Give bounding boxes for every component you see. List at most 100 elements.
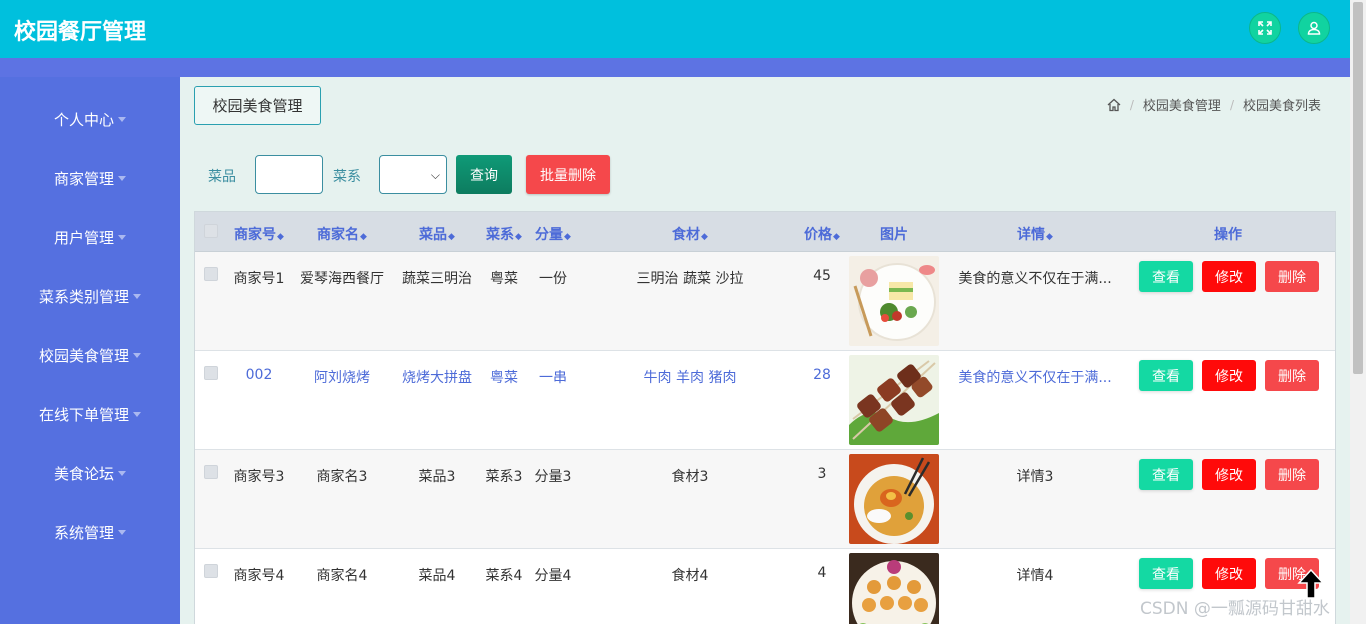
cell-price: 28 [813,367,831,383]
edit-button[interactable]: 修改 [1202,558,1256,589]
delete-button[interactable]: 删除 [1265,459,1319,490]
row-checkbox[interactable] [204,366,218,380]
cell-merchant-name: 商家名3 [316,469,368,485]
breadcrumb-item[interactable]: 校园美食管理 [1143,95,1221,114]
edit-button[interactable]: 修改 [1202,261,1256,292]
sidebar-item-forum[interactable]: 美食论坛 [0,458,180,488]
cell-dish: 菜品4 [418,568,456,584]
table-row: 002 阿刘烧烤 烧烤大拼盘 粤菜 一串 牛肉 羊肉 猪肉 28 美食的意义不仅… [195,351,1335,450]
select-all-checkbox[interactable] [204,224,218,238]
cell-portion: 一份 [539,271,567,287]
cell-portion: 分量3 [534,469,572,485]
sidebar-item-label: 商家管理 [53,169,114,188]
sidebar-item-foods[interactable]: 校园美食管理 [0,340,180,370]
cell-dish: 菜品3 [418,469,456,485]
dish-search-input[interactable] [255,155,323,194]
table-row: 商家号3 商家名3 菜品3 菜系3 分量3 食材3 3 详情3 查看 修改 删除 [195,450,1335,549]
delete-button[interactable]: 删除 [1265,360,1319,391]
view-button[interactable]: 查看 [1139,261,1193,292]
cell-price: 45 [813,268,831,284]
column-header[interactable]: 价格◆ [804,224,840,244]
edit-button[interactable]: 修改 [1202,360,1256,391]
batch-delete-button[interactable]: 批量删除 [526,155,610,194]
scrollbar[interactable] [1350,0,1366,624]
sidebar-item-label: 在线下单管理 [38,405,129,424]
food-image-bbq[interactable] [849,355,939,445]
cell-merchant-name: 爱琴海西餐厅 [300,271,384,287]
scrollbar-thumb[interactable] [1353,2,1363,374]
sidebar-item-label: 个人中心 [53,110,114,129]
cell-merchant-id: 商家号1 [233,271,285,287]
sidebar-item-label: 系统管理 [53,523,114,542]
cell-cuisine: 粤菜 [490,271,518,287]
chevron-down-icon: ⌵ [430,168,440,182]
column-header[interactable]: 分量◆ [535,224,571,244]
edit-button[interactable]: 修改 [1202,459,1256,490]
view-button[interactable]: 查看 [1139,459,1193,490]
sidebar-item-orders[interactable]: 在线下单管理 [0,399,180,429]
caret-down-icon [133,411,141,417]
cell-merchant-id: 商家号4 [233,568,285,584]
sidebar: 个人中心 商家管理 用户管理 菜系类别管理 校园美食管理 在线下单管理 美食论坛… [0,77,180,624]
cell-portion: 一串 [539,370,567,386]
breadcrumb-separator: / [1129,97,1134,112]
column-header[interactable]: 食材◆ [672,224,708,244]
row-checkbox[interactable] [204,267,218,281]
caret-down-icon [133,293,141,299]
view-button[interactable]: 查看 [1139,558,1193,589]
row-checkbox[interactable] [204,465,218,479]
cell-ingredients: 食材4 [671,568,709,584]
column-header[interactable]: 商家号◆ [234,224,284,244]
sidebar-item-cuisines[interactable]: 菜系类别管理 [0,281,180,311]
food-image-salad[interactable] [849,256,939,346]
cell-portion: 分量4 [534,568,572,584]
cell-dish: 蔬菜三明治 [402,271,472,287]
caret-down-icon [118,529,126,535]
cell-dish: 烧烤大拼盘 [402,370,472,386]
fullscreen-icon[interactable] [1249,12,1281,44]
cuisine-select[interactable]: ⌵ [379,155,447,194]
cell-detail: 美食的意义不仅在于满... [958,370,1112,386]
cell-detail: 详情4 [1016,568,1054,584]
row-checkbox[interactable] [204,564,218,578]
query-button[interactable]: 查询 [456,155,512,194]
cell-ingredients: 牛肉 羊肉 猪肉 [643,370,737,386]
cell-price: 3 [817,466,827,482]
cell-cuisine: 菜系3 [485,469,523,485]
sidebar-item-label: 美食论坛 [53,464,114,483]
breadcrumb-item-current: 校园美食列表 [1242,99,1321,114]
home-icon[interactable] [1107,98,1121,112]
sidebar-item-label: 菜系类别管理 [38,287,129,306]
cell-detail: 详情3 [1016,469,1054,485]
delete-button[interactable]: 删除 [1265,261,1319,292]
sidebar-item-system[interactable]: 系统管理 [0,517,180,547]
caret-down-icon [118,116,126,122]
cuisine-label: 菜系 [333,169,361,185]
sidebar-item-profile[interactable]: 个人中心 [0,104,180,134]
cell-merchant-id: 商家号3 [233,469,285,485]
column-header[interactable]: 菜品◆ [419,224,455,244]
food-image-dumplings[interactable] [849,553,939,624]
column-header: 操作 [1214,227,1242,243]
tab-food-management[interactable]: 校园美食管理 [194,86,321,125]
cell-merchant-id: 002 [245,367,273,383]
view-button[interactable]: 查看 [1139,360,1193,391]
column-header[interactable]: 菜系◆ [486,224,522,244]
caret-down-icon [133,352,141,358]
top-header: 校园餐厅管理 [0,0,1350,58]
sidebar-item-label: 用户管理 [53,228,114,247]
user-icon[interactable] [1298,12,1330,44]
watermark: CSDN @一瓢源码甘甜水 [1140,599,1330,619]
sidebar-item-users[interactable]: 用户管理 [0,222,180,252]
dish-label: 菜品 [208,169,236,185]
header-strip [0,58,1350,77]
column-header[interactable]: 商家名◆ [317,224,367,244]
caret-down-icon [118,470,126,476]
food-table: 商家号◆ 商家名◆ 菜品◆ 菜系◆ 分量◆ 食材◆ 价格◆ 图片 详情◆ 操作 … [194,211,1336,624]
cell-price: 4 [817,565,827,581]
column-header[interactable]: 详情◆ [1017,224,1053,244]
caret-down-icon [118,175,126,181]
food-image-rice-bowl[interactable] [849,454,939,544]
table-header: 商家号◆ 商家名◆ 菜品◆ 菜系◆ 分量◆ 食材◆ 价格◆ 图片 详情◆ 操作 [195,212,1335,252]
sidebar-item-merchants[interactable]: 商家管理 [0,163,180,193]
